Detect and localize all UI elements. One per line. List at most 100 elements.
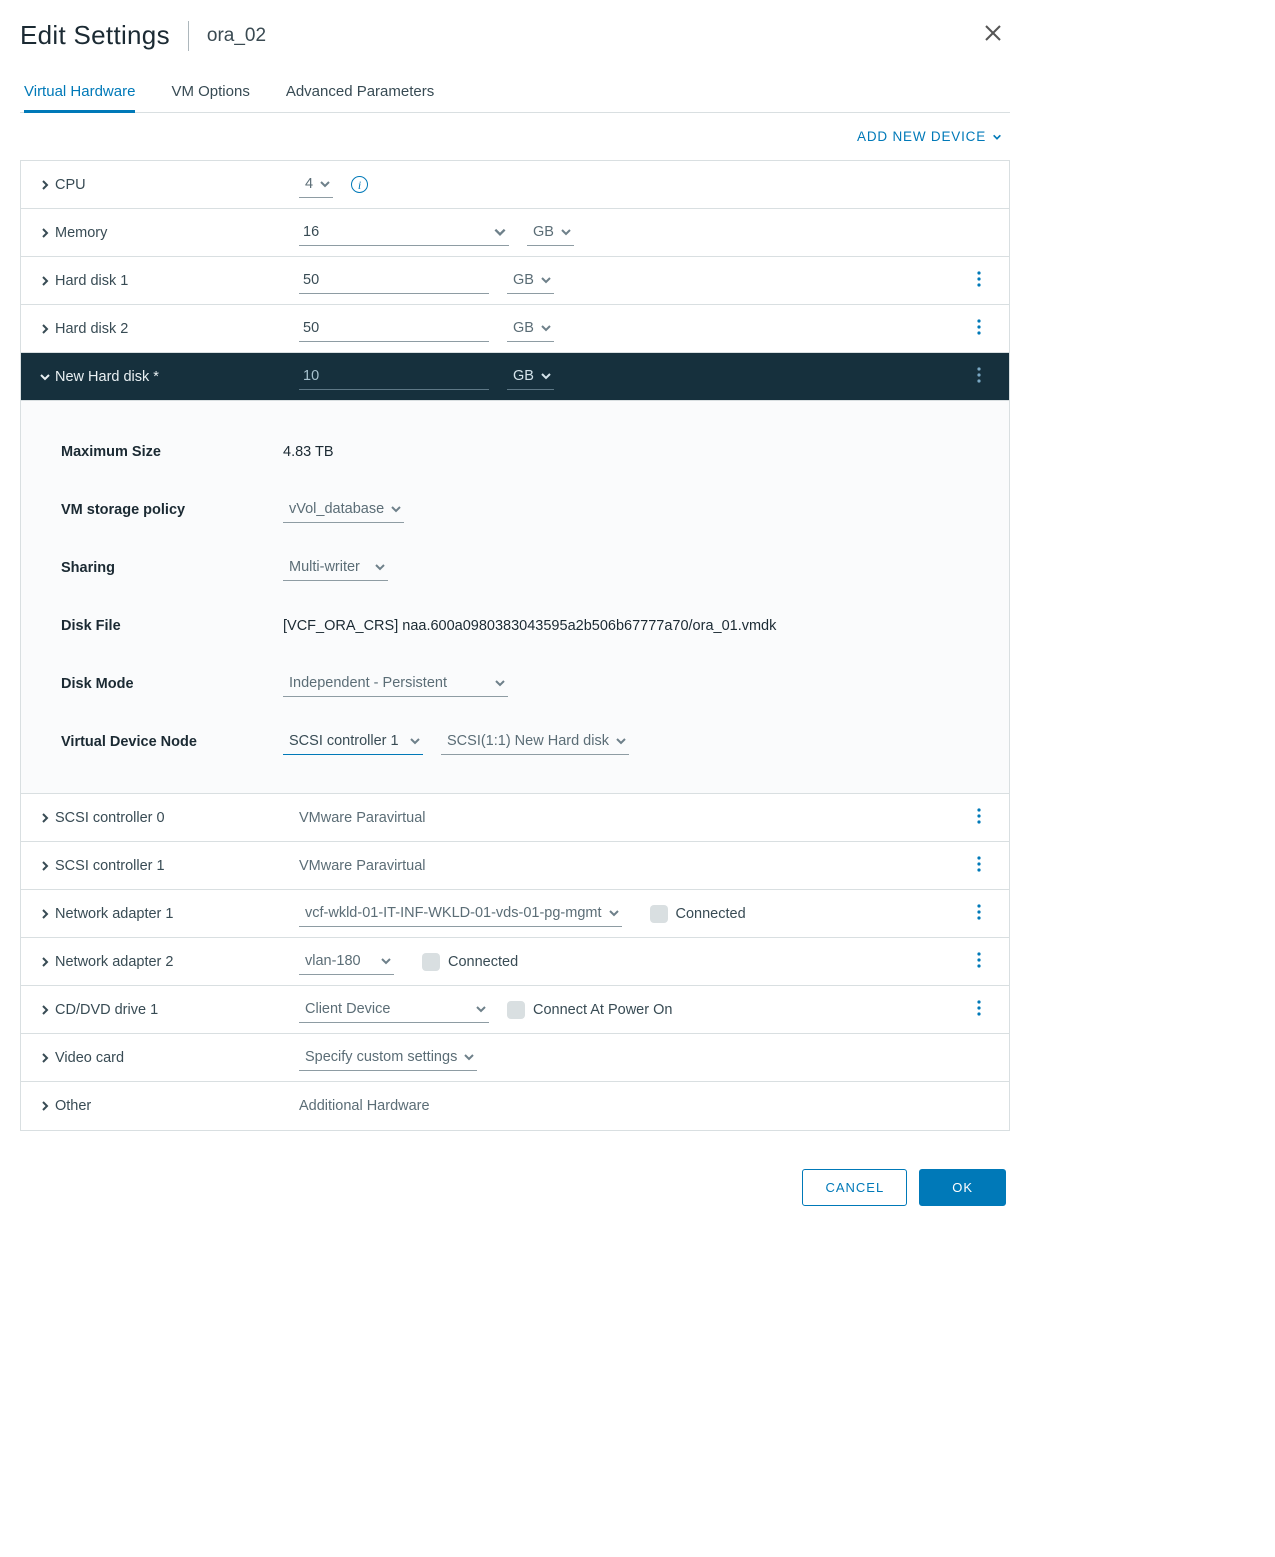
disk-file-value: [VCF_ORA_CRS] naa.600a0980383043595a2b50… xyxy=(283,618,776,634)
vdn-slot-select[interactable]: SCSI(1:1) New Hard disk xyxy=(441,729,629,755)
kebab-icon xyxy=(977,952,981,968)
add-new-device-button[interactable]: ADD NEW DEVICE xyxy=(857,129,1002,144)
net1-network-value: vcf-wkld-01-IT-INF-WKLD-01-vds-01-pg-mgm… xyxy=(305,905,602,921)
chevron-down-icon xyxy=(319,178,331,190)
expand-scsi0[interactable] xyxy=(39,812,55,824)
close-button[interactable] xyxy=(980,20,1006,51)
expand-net2[interactable] xyxy=(39,956,55,968)
expand-hd1[interactable] xyxy=(39,275,55,287)
tab-advanced-parameters[interactable]: Advanced Parameters xyxy=(286,77,434,112)
vdn-label: Virtual Device Node xyxy=(39,734,283,750)
chevron-down-icon xyxy=(390,503,402,515)
chevron-down-icon xyxy=(494,677,506,689)
expand-video[interactable] xyxy=(39,1052,55,1064)
net2-network-value: vlan-180 xyxy=(305,953,361,969)
cpu-count-select[interactable]: 4 xyxy=(299,172,333,198)
hd2-actions[interactable] xyxy=(967,319,991,339)
chevron-down-icon xyxy=(463,1051,475,1063)
collapse-newhd[interactable] xyxy=(39,371,55,383)
chevron-right-icon xyxy=(39,179,51,191)
scsi1-actions[interactable] xyxy=(967,856,991,876)
vdn-controller-value: SCSI controller 1 xyxy=(289,733,399,749)
scsi0-actions[interactable] xyxy=(967,808,991,828)
expand-cpu[interactable] xyxy=(39,179,55,191)
net1-network-select[interactable]: vcf-wkld-01-IT-INF-WKLD-01-vds-01-pg-mgm… xyxy=(299,901,622,927)
chevron-right-icon xyxy=(39,323,51,335)
memory-size-input[interactable]: 16 xyxy=(299,220,509,246)
net1-connected-checkbox[interactable] xyxy=(650,905,668,923)
newhd-actions[interactable] xyxy=(967,367,991,387)
newhd-label: New Hard disk * xyxy=(55,369,159,385)
kebab-icon xyxy=(977,319,981,335)
net2-actions[interactable] xyxy=(967,952,991,972)
info-icon[interactable]: i xyxy=(351,176,368,193)
hd2-unit-value: GB xyxy=(513,320,534,336)
vdn-controller-select[interactable]: SCSI controller 1 xyxy=(283,729,423,755)
memory-unit-select[interactable]: GB xyxy=(527,220,574,246)
storage-policy-select[interactable]: vVol_database xyxy=(283,497,404,523)
net1-connected-label: Connected xyxy=(676,906,746,922)
hd1-unit-select[interactable]: GB xyxy=(507,268,554,294)
net1-actions[interactable] xyxy=(967,904,991,924)
device-list: CPU 4 i Memory 16 GB xyxy=(20,160,1010,1131)
expand-net1[interactable] xyxy=(39,908,55,920)
scsi0-label: SCSI controller 0 xyxy=(55,810,165,826)
expand-memory[interactable] xyxy=(39,227,55,239)
chevron-down-icon xyxy=(475,1003,487,1015)
expand-hd2[interactable] xyxy=(39,323,55,335)
chevron-down-icon xyxy=(560,226,572,238)
sharing-value: Multi-writer xyxy=(289,559,360,575)
hd2-label: Hard disk 2 xyxy=(55,321,128,337)
cd-device-select[interactable]: Client Device xyxy=(299,997,489,1023)
add-new-device-label: ADD NEW DEVICE xyxy=(857,129,986,144)
memory-unit-value: GB xyxy=(533,224,554,240)
dialog-title: Edit Settings xyxy=(20,20,170,51)
newhd-unit-select[interactable]: GB xyxy=(507,364,554,390)
sharing-label: Sharing xyxy=(39,560,283,576)
hd1-size-input[interactable] xyxy=(299,268,489,294)
chevron-down-icon xyxy=(374,561,386,573)
kebab-icon xyxy=(977,856,981,872)
newhd-size-input[interactable] xyxy=(299,364,489,390)
chevron-down-icon xyxy=(380,955,392,967)
newhd-unit-value: GB xyxy=(513,368,534,384)
row-cd-dvd: CD/DVD drive 1 Client Device Connect At … xyxy=(21,986,1009,1034)
expand-other[interactable] xyxy=(39,1100,55,1112)
chevron-down-icon xyxy=(992,132,1002,142)
memory-size-value: 16 xyxy=(303,224,319,240)
max-size-value: 4.83 TB xyxy=(283,444,334,460)
tab-virtual-hardware[interactable]: Virtual Hardware xyxy=(24,77,135,113)
chevron-down-icon xyxy=(493,225,507,239)
tab-vm-options[interactable]: VM Options xyxy=(171,77,249,112)
chevron-right-icon xyxy=(39,275,51,287)
chevron-right-icon xyxy=(39,1100,51,1112)
row-new-hard-disk: New Hard disk * GB xyxy=(21,353,1009,401)
scsi1-label: SCSI controller 1 xyxy=(55,858,165,874)
hd2-size-input[interactable] xyxy=(299,316,489,342)
row-cpu: CPU 4 i xyxy=(21,161,1009,209)
expand-scsi1[interactable] xyxy=(39,860,55,872)
hd2-unit-select[interactable]: GB xyxy=(507,316,554,342)
net2-connected-checkbox[interactable] xyxy=(422,953,440,971)
cd-connect-checkbox[interactable] xyxy=(507,1001,525,1019)
sharing-select[interactable]: Multi-writer xyxy=(283,555,388,581)
cd-actions[interactable] xyxy=(967,1000,991,1020)
net2-network-select[interactable]: vlan-180 xyxy=(299,949,394,975)
cd-device-value: Client Device xyxy=(305,1001,390,1017)
expand-cd[interactable] xyxy=(39,1004,55,1016)
hd1-actions[interactable] xyxy=(967,271,991,291)
video-settings-value: Specify custom settings xyxy=(305,1049,457,1065)
cancel-button[interactable]: CANCEL xyxy=(802,1169,907,1206)
disk-mode-select[interactable]: Independent - Persistent xyxy=(283,671,508,697)
chevron-down-icon xyxy=(409,735,421,747)
ok-button[interactable]: OK xyxy=(919,1169,1006,1206)
net2-connected-label: Connected xyxy=(448,954,518,970)
vdn-slot-value: SCSI(1:1) New Hard disk xyxy=(447,733,609,749)
other-label: Other xyxy=(55,1098,91,1114)
cpu-count-value: 4 xyxy=(305,176,313,192)
vm-name: ora_02 xyxy=(207,25,266,47)
kebab-icon xyxy=(977,904,981,920)
row-hard-disk-2: Hard disk 2 GB xyxy=(21,305,1009,353)
video-settings-select[interactable]: Specify custom settings xyxy=(299,1045,477,1071)
storage-policy-label: VM storage policy xyxy=(39,502,283,518)
